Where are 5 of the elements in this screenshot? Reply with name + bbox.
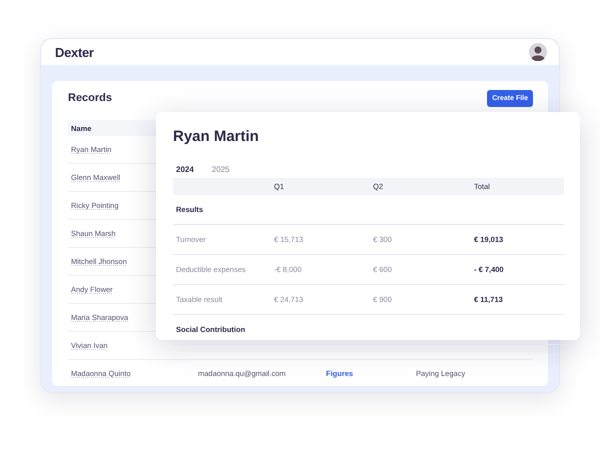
records-title: Records	[68, 92, 112, 104]
year-tab[interactable]: 2024	[176, 165, 194, 174]
avatar-icon[interactable]	[529, 43, 547, 61]
popup-title: Ryan Martin	[173, 128, 260, 145]
logo: Dexter	[55, 44, 94, 60]
